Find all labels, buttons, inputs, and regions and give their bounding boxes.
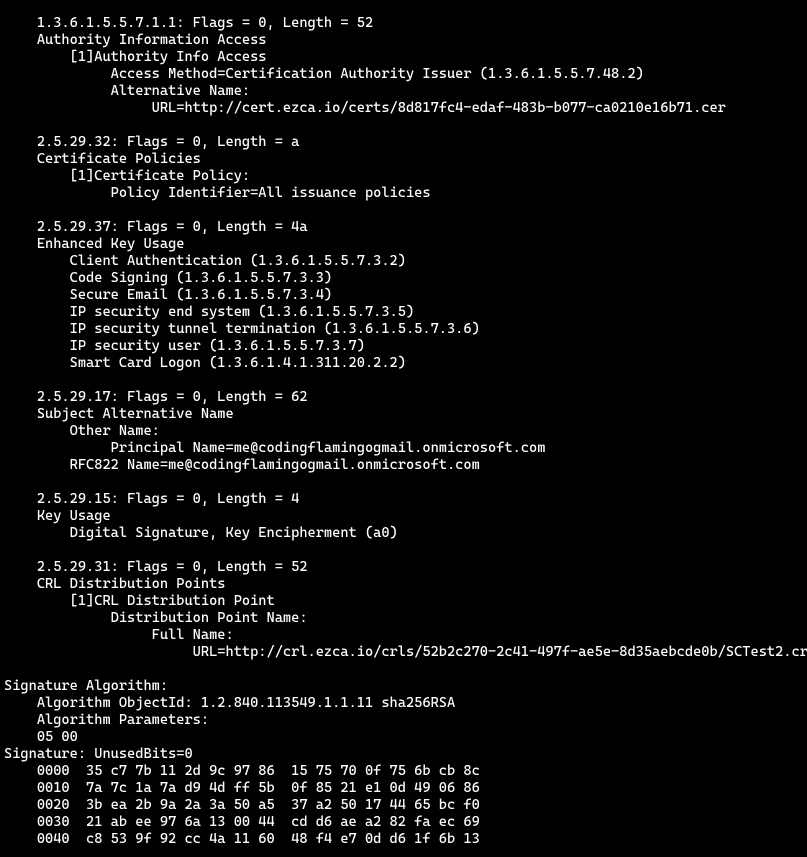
terminal-output: 1.3.6.1.5.5.7.1.1: Flags = 0, Length = 5… <box>0 0 807 848</box>
